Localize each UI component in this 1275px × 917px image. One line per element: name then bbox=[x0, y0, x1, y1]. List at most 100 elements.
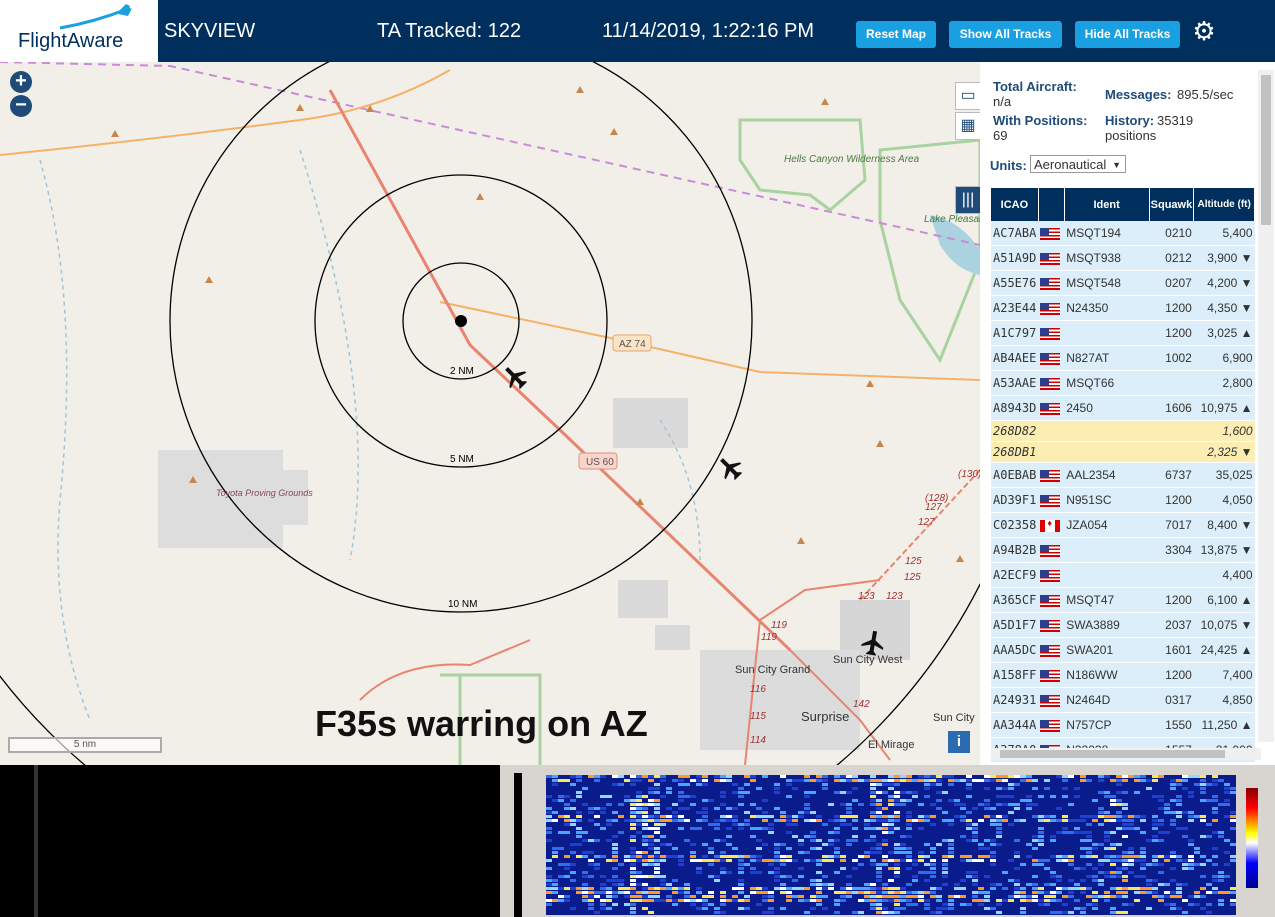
gear-icon[interactable]: ⚙ bbox=[1190, 17, 1218, 45]
waterfall-cell bbox=[1074, 795, 1080, 798]
table-row[interactable]: A51A9D MSQT938 0212 3,900 ▼ bbox=[991, 245, 1255, 271]
waterfall-cell bbox=[1110, 911, 1116, 914]
waterfall-cell bbox=[654, 871, 660, 874]
scrollbar-thumb[interactable] bbox=[1000, 750, 1225, 758]
table-row[interactable]: AB4AEE N827AT 1002 6,900 bbox=[991, 345, 1255, 371]
waterfall-cell bbox=[1170, 819, 1176, 822]
waterfall-cell bbox=[846, 779, 852, 782]
table-row[interactable]: 268D82 1,600 bbox=[991, 420, 1255, 442]
col-flag[interactable] bbox=[1038, 188, 1065, 221]
waterfall-cell bbox=[912, 795, 918, 798]
scrollbar-thumb[interactable] bbox=[1261, 75, 1271, 225]
waterfall-cell bbox=[876, 847, 882, 850]
waterfall-cell bbox=[648, 859, 654, 862]
waterfall-cell bbox=[840, 775, 846, 778]
col-icao[interactable]: ICAO bbox=[991, 188, 1039, 221]
table-row[interactable]: 268DB1 2,325 ▼ bbox=[991, 441, 1255, 463]
table-row[interactable]: A23E44 N24350 1200 4,350 ▼ bbox=[991, 295, 1255, 321]
waterfall-cell bbox=[582, 875, 588, 878]
waterfall-cell bbox=[1218, 899, 1224, 902]
table-row[interactable]: C02358JZA05470178,400 ▼ bbox=[991, 512, 1255, 538]
table-row[interactable]: A1C797 1200 3,025 ▲ bbox=[991, 320, 1255, 346]
waterfall-cell bbox=[1176, 783, 1182, 786]
table-row[interactable]: A365CF MSQT47 1200 6,100 ▲ bbox=[991, 587, 1255, 613]
waterfall-cell bbox=[726, 815, 732, 818]
waterfall-cell bbox=[642, 835, 648, 838]
waterfall-cell bbox=[1122, 823, 1128, 826]
waterfall-cell bbox=[894, 859, 900, 862]
waterfall-cell bbox=[774, 875, 780, 878]
waterfall-cell bbox=[738, 867, 744, 870]
table-row[interactable]: A0EBAB AAL2354 6737 35,025 bbox=[991, 462, 1255, 488]
table-row[interactable]: A158FF N186WW 1200 7,400 bbox=[991, 662, 1255, 688]
map-icon[interactable]: ▭ bbox=[955, 82, 980, 110]
cell-squawk: 1200 bbox=[1149, 295, 1194, 321]
columns-icon[interactable]: ||| bbox=[955, 186, 980, 214]
waterfall-cell bbox=[1158, 799, 1164, 802]
waterfall-cell bbox=[624, 903, 630, 906]
waterfall-cell bbox=[900, 887, 906, 890]
waterfall-cell bbox=[1020, 907, 1026, 910]
waterfall-cell bbox=[798, 895, 804, 898]
table-row[interactable]: AAA5DC SWA201 1601 24,425 ▲ bbox=[991, 637, 1255, 663]
minus-icon[interactable]: − bbox=[10, 95, 32, 117]
flightaware-logo[interactable]: FlightAware bbox=[0, 0, 158, 62]
table-row[interactable]: A94B2B 3304 13,875 ▼ bbox=[991, 537, 1255, 563]
waterfall-cell bbox=[1032, 895, 1038, 898]
waterfall-cell bbox=[594, 855, 600, 858]
cell-flag bbox=[1038, 221, 1065, 246]
col-ident[interactable]: Ident bbox=[1064, 188, 1150, 221]
table-row[interactable]: AA344A N757CP 1550 11,250 ▲ bbox=[991, 712, 1255, 738]
waterfall-cell bbox=[876, 819, 882, 822]
waterfall-cell bbox=[564, 779, 570, 782]
waterfall-cell bbox=[1014, 803, 1020, 806]
waterfall-cell bbox=[1002, 779, 1008, 782]
waterfall-cell bbox=[720, 855, 726, 858]
waterfall-cell bbox=[726, 843, 732, 846]
col-altitude[interactable]: Altitude (ft) bbox=[1193, 188, 1255, 221]
col-squawk[interactable]: Squawk bbox=[1149, 188, 1195, 221]
waterfall-cell bbox=[660, 879, 666, 882]
table-row[interactable]: A53AAE MSQT66 2,800 bbox=[991, 370, 1255, 396]
waterfall-cell bbox=[942, 863, 948, 866]
waterfall-cell bbox=[876, 815, 882, 818]
table-row[interactable]: A2ECF9 4,400 bbox=[991, 562, 1255, 588]
waterfall-cell bbox=[1062, 887, 1068, 890]
show-all-tracks-button[interactable]: Show All Tracks bbox=[949, 21, 1062, 48]
waterfall-cell bbox=[1068, 879, 1074, 882]
map-canvas: 2 NM 5 NM 10 NM AZ 74 US 60 Hells Canyon… bbox=[0, 62, 980, 765]
waterfall-cell bbox=[882, 895, 888, 898]
hide-all-tracks-button[interactable]: Hide All Tracks bbox=[1075, 21, 1180, 48]
waterfall-cell bbox=[660, 887, 666, 890]
waterfall-cell bbox=[1164, 807, 1170, 810]
table-row[interactable]: A5D1F7 SWA3889 2037 10,075 ▼ bbox=[991, 612, 1255, 638]
table-row[interactable]: A8943D 2450 1606 10,975 ▲ bbox=[991, 395, 1255, 421]
waterfall-cell bbox=[630, 879, 636, 882]
waterfall-cell bbox=[552, 811, 558, 814]
map-view[interactable]: 2 NM 5 NM 10 NM AZ 74 US 60 Hells Canyon… bbox=[0, 62, 980, 765]
waterfall-cell bbox=[1056, 859, 1062, 862]
table-row[interactable]: A55E76 MSQT548 0207 4,200 ▼ bbox=[991, 270, 1255, 296]
cell-icao: AAA5DC bbox=[991, 637, 1039, 663]
waterfall-cell bbox=[846, 843, 852, 846]
waterfall-cell bbox=[846, 803, 852, 806]
table-row[interactable]: A24931 N2464D 0317 4,850 bbox=[991, 687, 1255, 713]
info-icon[interactable]: i bbox=[948, 731, 970, 753]
units-select[interactable]: Aeronautical ▼ bbox=[1030, 155, 1126, 173]
waterfall-cell bbox=[600, 807, 606, 810]
waterfall-cell bbox=[1140, 887, 1146, 890]
grid-icon[interactable]: ▦ bbox=[955, 112, 980, 140]
waterfall-cell bbox=[930, 911, 936, 914]
table-row[interactable]: AC7ABA MSQT194 0210 5,400 bbox=[991, 221, 1255, 246]
table-row[interactable]: AD39F1 N951SC 1200 4,050 bbox=[991, 487, 1255, 513]
waterfall-cell bbox=[990, 807, 996, 810]
waterfall-cell bbox=[732, 807, 738, 810]
waterfall-cell bbox=[792, 819, 798, 822]
reset-map-button[interactable]: Reset Map bbox=[856, 21, 936, 48]
cell-altitude: 7,400 bbox=[1193, 662, 1255, 688]
waterfall-cell bbox=[642, 839, 648, 842]
plus-icon[interactable]: + bbox=[10, 71, 32, 93]
waterfall-cell bbox=[786, 859, 792, 862]
cell-ident: MSQT548 bbox=[1064, 270, 1150, 296]
waterfall-cell bbox=[738, 883, 744, 886]
